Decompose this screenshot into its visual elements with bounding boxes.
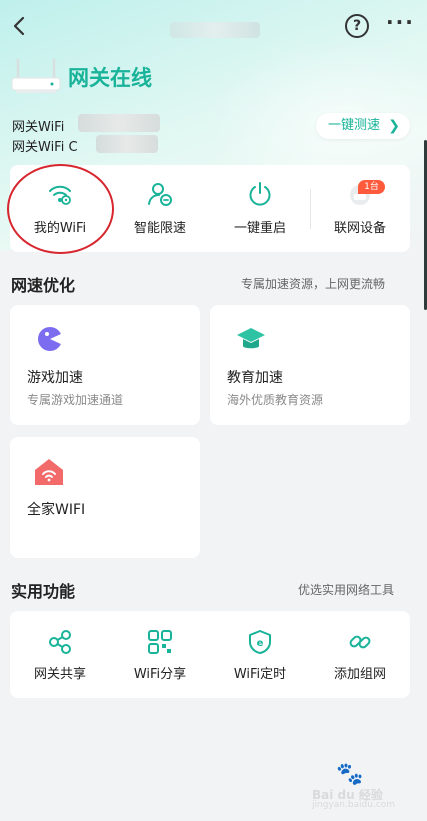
user-speed-icon xyxy=(148,183,172,206)
card-title: 教育加速 xyxy=(227,370,283,386)
quick-connected-devices[interactable]: 联网设备 xyxy=(310,165,410,252)
section-title-speed: 网速优化 xyxy=(11,276,76,295)
gateway-wifi-name-1: 网关WiFi xyxy=(12,120,65,135)
speed-test-button[interactable]: 一键测速 ❯ xyxy=(316,113,410,139)
section-subtitle-tools: 优选实用网络工具 xyxy=(298,583,395,597)
link-icon xyxy=(349,635,371,649)
page-title-redacted xyxy=(170,22,260,38)
tools-card: 网关共享 WiFi分享 e WiFi定时 添加组网 xyxy=(10,611,410,698)
quick-label: 智能限速 xyxy=(133,221,186,236)
section-title-tools: 实用功能 xyxy=(11,582,76,601)
section-subtitle-speed: 专属加速资源，上网更流畅 xyxy=(241,277,386,291)
tool-label: 网关共享 xyxy=(33,667,86,682)
family-wifi-card[interactable]: 全家WIFI xyxy=(10,437,200,558)
wifi-settings-icon xyxy=(49,185,71,205)
game-icon xyxy=(38,327,63,351)
timer-shield-icon: e xyxy=(249,630,271,654)
game-accel-card[interactable]: 游戏加速 专属游戏加速通道 xyxy=(10,305,200,425)
tool-label: 添加组网 xyxy=(333,667,386,682)
device-count-badge: 1台 xyxy=(358,180,385,194)
graduation-cap-icon xyxy=(237,328,265,349)
gateway-status: 网关在线 xyxy=(68,66,152,90)
more-button[interactable]: ··· xyxy=(386,10,418,40)
quick-label: 联网设备 xyxy=(333,221,386,236)
quick-label: 一键重启 xyxy=(233,221,286,236)
home-wifi-icon xyxy=(35,459,63,485)
watermark: 🐾 Bai du 经验 jingyan.baidu.com xyxy=(312,762,412,810)
qr-code-icon xyxy=(148,630,172,654)
top-bar: ? ··· xyxy=(0,8,427,44)
redacted-ssid-2 xyxy=(96,135,158,153)
help-button[interactable]: ? xyxy=(345,14,369,38)
tool-gateway-share[interactable]: 网关共享 xyxy=(10,611,110,698)
redacted-ssid-1 xyxy=(78,114,160,132)
card-desc: 海外优质教育资源 xyxy=(227,393,324,407)
svg-text:e: e xyxy=(257,638,264,649)
quick-label: 我的WiFi xyxy=(33,221,87,236)
chevron-left-icon xyxy=(13,16,25,36)
gateway-wifi-name-2: 网关WiFi C xyxy=(12,140,78,155)
back-button[interactable] xyxy=(6,12,34,40)
speed-test-label: 一键测速 xyxy=(328,118,381,133)
share-icon xyxy=(49,630,71,654)
card-title: 游戏加速 xyxy=(27,370,83,386)
paw-icon: 🐾 xyxy=(336,762,364,787)
quick-speed-limit[interactable]: 智能限速 xyxy=(110,165,210,252)
edu-accel-card[interactable]: 教育加速 海外优质教育资源 xyxy=(210,305,410,425)
power-icon xyxy=(249,182,271,206)
watermark-url: jingyan.baidu.com xyxy=(312,800,396,810)
quick-reboot[interactable]: 一键重启 xyxy=(210,165,310,252)
card-title: 全家WIFI xyxy=(27,502,86,518)
tool-label: WiFi分享 xyxy=(133,667,187,682)
quick-actions-card: 我的WiFi 智能限速 一键重启 联网设备 xyxy=(10,165,410,252)
router-image xyxy=(11,58,61,93)
tool-wifi-share[interactable]: WiFi分享 xyxy=(110,611,210,698)
chevron-right-icon: ❯ xyxy=(388,118,400,134)
tool-label: WiFi定时 xyxy=(233,667,287,682)
tool-wifi-timer[interactable]: e WiFi定时 xyxy=(210,611,310,698)
card-desc: 专属游戏加速通道 xyxy=(27,393,124,407)
quick-my-wifi[interactable]: 我的WiFi xyxy=(10,165,110,252)
tool-add-mesh[interactable]: 添加组网 xyxy=(310,611,410,698)
